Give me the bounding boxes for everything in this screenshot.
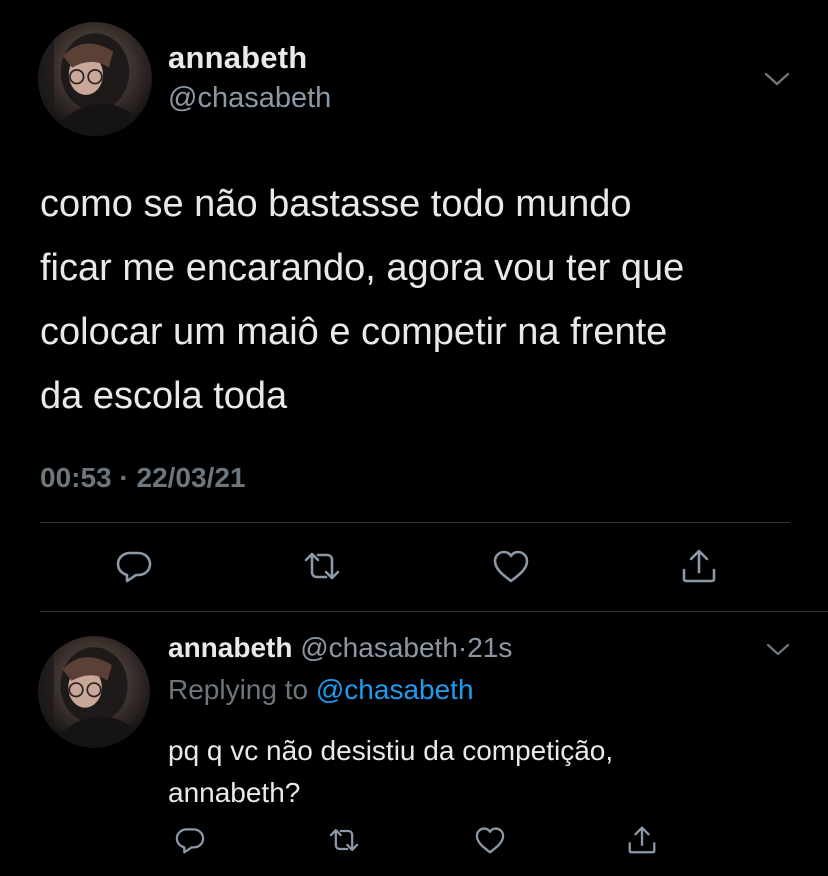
reply-icon bbox=[116, 551, 152, 583]
share-button[interactable] bbox=[624, 822, 660, 858]
divider bbox=[40, 522, 790, 523]
avatar[interactable] bbox=[38, 636, 150, 748]
replying-to: Replying to @chasabeth bbox=[168, 674, 474, 706]
like-icon bbox=[475, 827, 505, 854]
tweet-timestamp: 00:53 · 22/03/21 bbox=[40, 462, 246, 493]
display-name[interactable]: annabeth bbox=[168, 40, 307, 76]
like-button[interactable] bbox=[489, 544, 533, 588]
share-button[interactable] bbox=[677, 544, 721, 588]
profile-photo bbox=[38, 636, 145, 748]
chevron-down-icon[interactable] bbox=[764, 642, 792, 658]
retweet-button[interactable] bbox=[326, 822, 362, 858]
tweet-time: 21s bbox=[467, 632, 513, 663]
like-button[interactable] bbox=[472, 822, 508, 858]
user-handle[interactable]: @chasabeth bbox=[300, 632, 458, 663]
reply-header: annabeth @chasabeth·21s bbox=[168, 632, 512, 664]
separator: · bbox=[457, 632, 468, 663]
mention-link[interactable]: @chasabeth bbox=[316, 674, 474, 705]
replying-to-label: Replying to bbox=[168, 674, 309, 705]
tweet-text: pq q vc não desistiu da competição, anna… bbox=[168, 735, 614, 808]
retweet-button[interactable] bbox=[300, 544, 344, 588]
retweet-icon bbox=[304, 552, 340, 580]
divider bbox=[40, 611, 828, 612]
chevron-down-icon[interactable] bbox=[762, 70, 792, 88]
like-icon bbox=[493, 550, 529, 583]
display-name[interactable]: annabeth bbox=[168, 632, 292, 663]
user-handle[interactable]: @chasabeth bbox=[168, 82, 331, 115]
reply-button[interactable] bbox=[112, 544, 156, 588]
tweet-text: como se não bastasse todo mundo ficar me… bbox=[40, 183, 685, 417]
share-icon bbox=[682, 549, 716, 583]
profile-photo bbox=[38, 22, 147, 136]
retweet-icon bbox=[329, 829, 359, 851]
share-icon bbox=[628, 826, 656, 854]
reply-icon bbox=[175, 828, 205, 854]
reply-button[interactable] bbox=[172, 822, 208, 858]
avatar[interactable] bbox=[38, 22, 152, 136]
